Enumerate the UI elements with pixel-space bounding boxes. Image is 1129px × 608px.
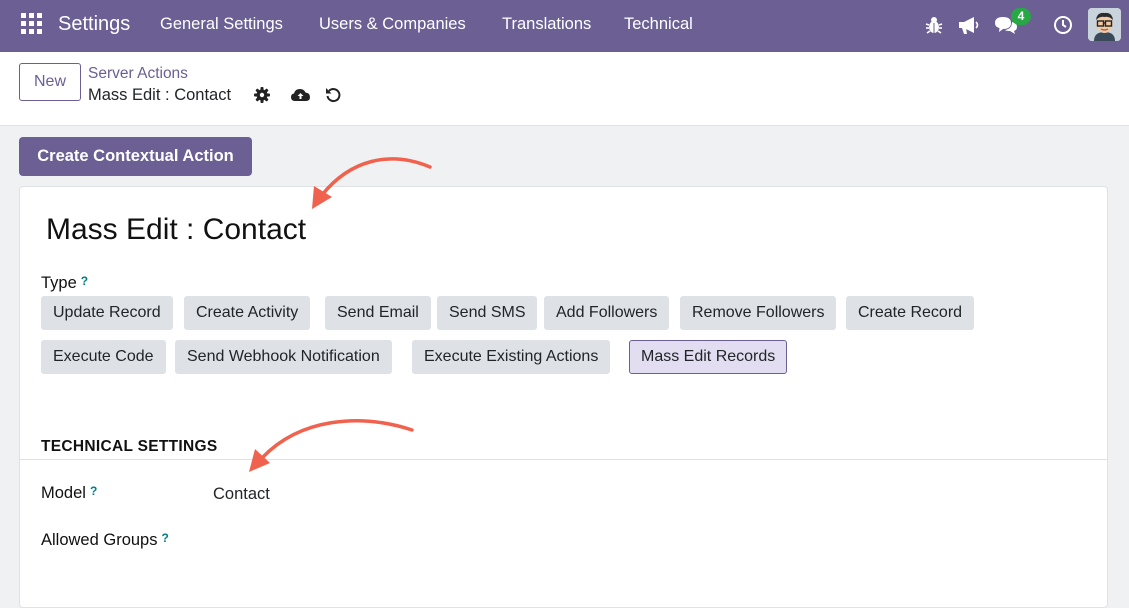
model-help-icon[interactable]: ?: [90, 484, 97, 498]
megaphone-icon[interactable]: [957, 14, 979, 36]
type-add-followers[interactable]: Add Followers: [544, 296, 670, 330]
section-divider: [20, 459, 1107, 460]
type-execute-existing-actions[interactable]: Execute Existing Actions: [412, 340, 611, 374]
breadcrumb-server-actions[interactable]: Server Actions: [88, 65, 188, 83]
type-send-sms[interactable]: Send SMS: [437, 296, 538, 330]
new-button[interactable]: New: [19, 63, 81, 101]
clock-icon[interactable]: [1052, 14, 1074, 36]
type-send-email[interactable]: Send Email: [325, 296, 431, 330]
menu-translations[interactable]: Translations: [502, 15, 591, 34]
breadcrumb-current: Mass Edit : Contact: [88, 86, 232, 104]
type-help-icon[interactable]: ?: [81, 274, 88, 288]
allowed-groups-help-icon[interactable]: ?: [161, 531, 168, 545]
apps-grid-icon[interactable]: [21, 13, 42, 34]
type-send-webhook-notification[interactable]: Send Webhook Notification: [175, 340, 392, 374]
app-brand[interactable]: Settings: [58, 13, 130, 36]
form-sheet: Mass Edit : Contact Type? Update Record …: [19, 186, 1108, 608]
chat-count-badge: 4: [1011, 8, 1031, 25]
type-remove-followers[interactable]: Remove Followers: [680, 296, 837, 330]
type-execute-code[interactable]: Execute Code: [41, 340, 166, 374]
cloud-upload-icon[interactable]: [290, 86, 311, 104]
gear-icon[interactable]: [253, 86, 271, 104]
menu-technical[interactable]: Technical: [624, 15, 693, 34]
type-label: Type?: [41, 274, 89, 292]
record-title[interactable]: Mass Edit : Contact: [46, 213, 306, 247]
allowed-groups-label: Allowed Groups?: [41, 531, 169, 549]
control-panel: New Server Actions Mass Edit : Contact: [0, 52, 1129, 126]
type-update-record[interactable]: Update Record: [41, 296, 173, 330]
type-mass-edit-records[interactable]: Mass Edit Records: [629, 340, 788, 374]
menu-general-settings[interactable]: General Settings: [160, 15, 283, 34]
model-label: Model?: [41, 484, 98, 502]
undo-icon[interactable]: [324, 86, 342, 104]
user-avatar[interactable]: [1088, 8, 1121, 41]
top-navbar: Settings General Settings Users & Compan…: [0, 0, 1129, 52]
technical-settings-heading: TECHNICAL SETTINGS: [41, 438, 218, 455]
type-create-record[interactable]: Create Record: [846, 296, 975, 330]
create-contextual-action-button[interactable]: Create Contextual Action: [19, 137, 252, 176]
bug-icon[interactable]: [923, 14, 945, 36]
menu-users-companies[interactable]: Users & Companies: [319, 15, 466, 34]
model-value[interactable]: Contact: [213, 485, 270, 504]
type-create-activity[interactable]: Create Activity: [184, 296, 311, 330]
